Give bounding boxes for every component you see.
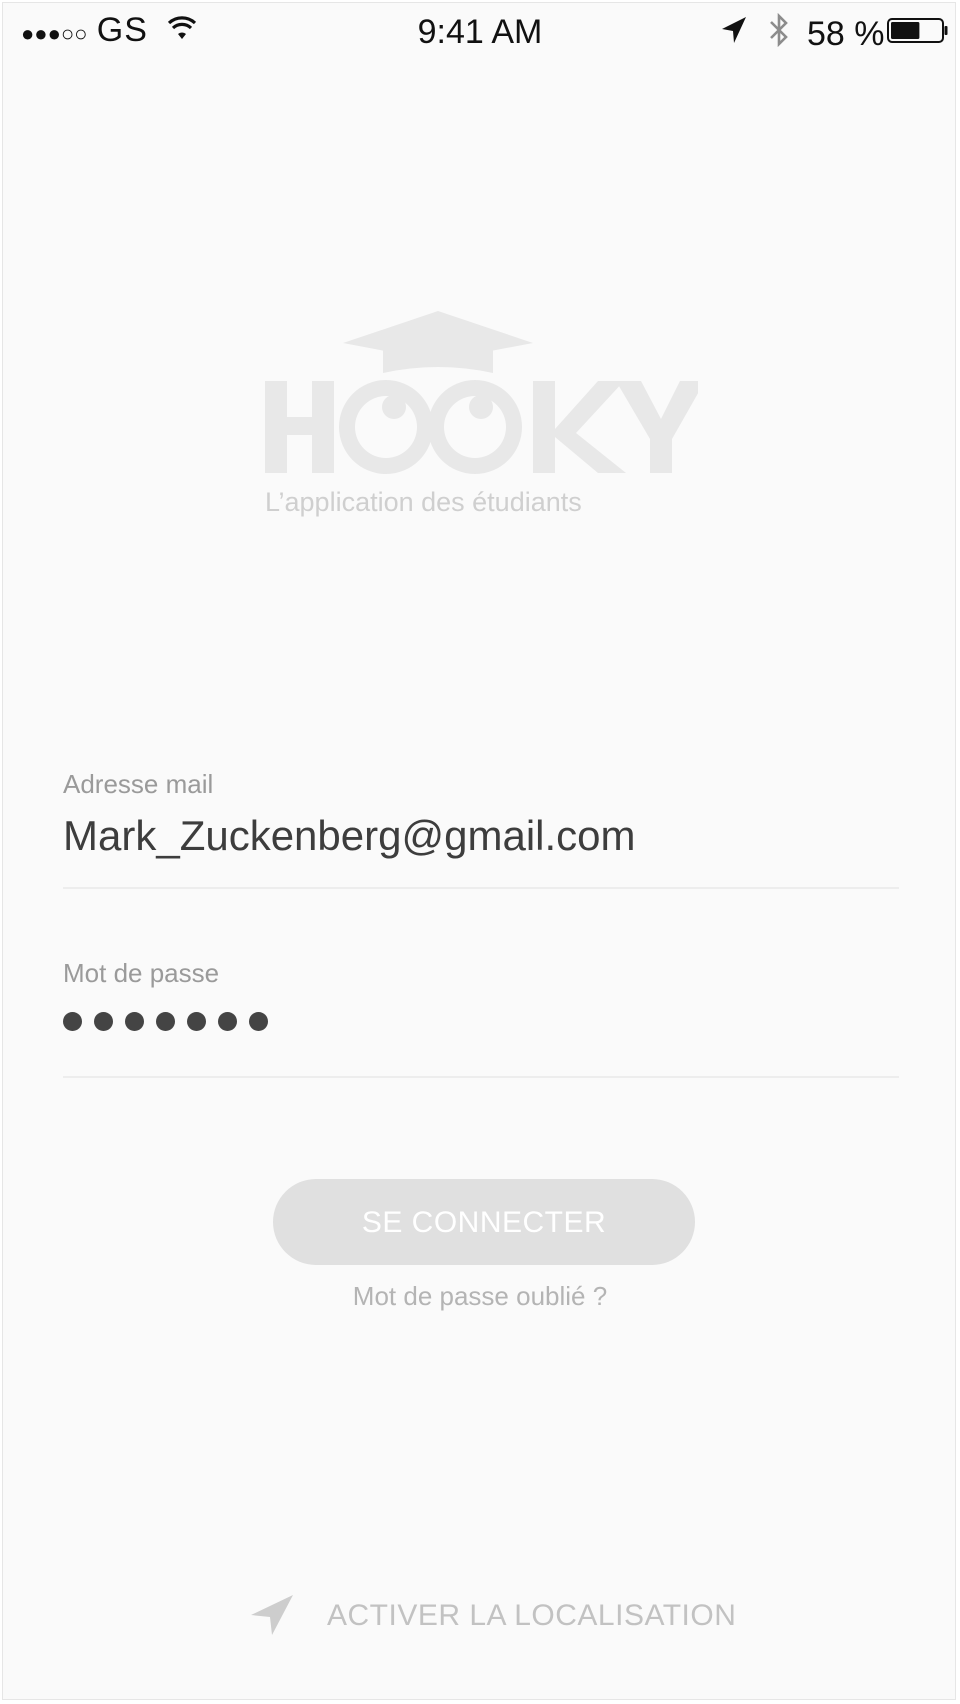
password-field[interactable]: Mot de passe (63, 958, 899, 1078)
email-underline (63, 887, 899, 889)
bluetooth-icon (770, 13, 788, 47)
connect-button[interactable]: SE CONNECTER (273, 1179, 695, 1265)
password-dot (249, 1012, 268, 1031)
location-arrow-icon (251, 1595, 293, 1635)
app-tagline: L’application des étudiants (265, 487, 582, 517)
password-underline (63, 1076, 899, 1078)
login-screen: ●●●○○ GS 9:41 AM 58 % L’application des … (2, 2, 956, 1700)
password-dot (187, 1012, 206, 1031)
enable-location-label: ACTIVER LA LOCALISATION (327, 1599, 737, 1632)
password-dot (94, 1012, 113, 1031)
battery-icon (887, 18, 948, 43)
location-arrow-icon (722, 17, 746, 43)
password-dot (125, 1012, 144, 1031)
password-dot (63, 1012, 82, 1031)
status-bar: ●●●○○ GS 9:41 AM 58 % (3, 3, 955, 59)
email-input[interactable]: Mark_Zuckenberg@gmail.com (63, 811, 899, 861)
password-dot (156, 1012, 175, 1031)
password-label: Mot de passe (63, 958, 220, 988)
email-field[interactable]: Adresse mail Mark_Zuckenberg@gmail.com (63, 769, 899, 889)
battery-percent: 58 % (807, 15, 885, 53)
forgot-password-link[interactable]: Mot de passe oublié ? (3, 1281, 955, 1312)
password-input[interactable] (63, 1012, 899, 1031)
email-label: Adresse mail (63, 769, 214, 799)
password-dot (218, 1012, 237, 1031)
